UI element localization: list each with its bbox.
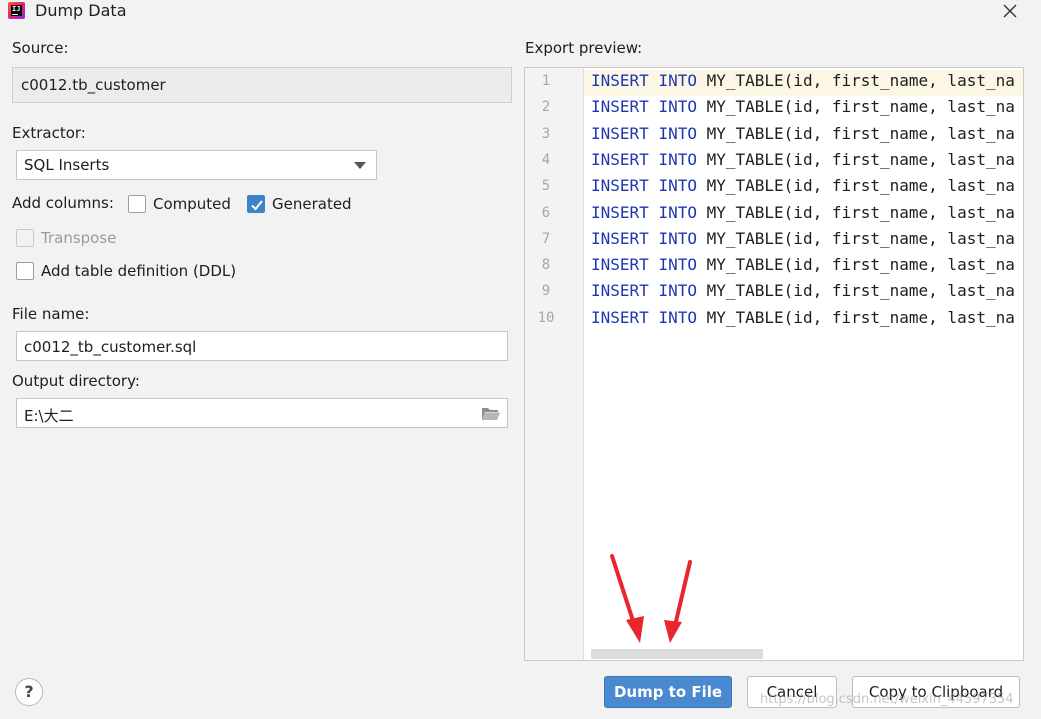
sql-text: MY_TABLE(id, first_name, last_na bbox=[706, 202, 1015, 222]
code-line: INSERT INTO MY_TABLE(id, first_name, las… bbox=[591, 281, 1015, 300]
sql-keyword: INTO bbox=[658, 71, 697, 90]
horizontal-scrollbar[interactable] bbox=[591, 649, 763, 659]
line-number: 7 bbox=[541, 230, 551, 247]
line-number: 2 bbox=[541, 99, 551, 116]
ddl-checkbox[interactable] bbox=[16, 262, 34, 280]
sql-text: MY_TABLE(id, first_name, last_na bbox=[706, 123, 1015, 143]
sql-keyword: INTO bbox=[658, 202, 697, 222]
sql-keyword: INSERT bbox=[591, 228, 649, 248]
window-title: Dump Data bbox=[35, 1, 127, 20]
sql-keyword: INTO bbox=[658, 228, 697, 248]
code-line: INSERT INTO MY_TABLE(id, first_name, las… bbox=[591, 71, 1015, 90]
line-number: 9 bbox=[541, 283, 551, 300]
sql-keyword: INSERT bbox=[591, 71, 649, 90]
sql-keyword: INTO bbox=[658, 281, 697, 301]
code-line: INSERT INTO MY_TABLE(id, first_name, las… bbox=[591, 255, 1015, 274]
code-line: INSERT INTO MY_TABLE(id, first_name, las… bbox=[591, 150, 1015, 169]
sql-text: MY_TABLE(id, first_name, last_na bbox=[706, 228, 1015, 248]
sql-keyword: INTO bbox=[658, 176, 697, 196]
extractor-label-text: Extractor: bbox=[12, 124, 86, 142]
sql-keyword: INTO bbox=[658, 123, 697, 143]
extractor-selected-value: SQL Inserts bbox=[24, 156, 110, 174]
computed-label[interactable]: Computed bbox=[153, 195, 231, 213]
title-bar: IJ Dump Data bbox=[0, 0, 1041, 24]
watermark: https://blog.csdn.net/weixin_44597354 bbox=[760, 692, 1014, 707]
generated-label[interactable]: Generated bbox=[272, 195, 352, 213]
file-name-input[interactable]: c0012_tb_customer.sql bbox=[16, 331, 508, 361]
sql-text: MY_TABLE(id, first_name, last_na bbox=[706, 97, 1015, 117]
sql-text: MY_TABLE(id, first_name, last_na bbox=[706, 307, 1015, 327]
sql-text: MY_TABLE(id, first_name, last_na bbox=[706, 176, 1015, 196]
output-directory-label: Output directory: bbox=[12, 372, 140, 390]
line-number: 5 bbox=[541, 178, 551, 195]
dump-to-file-button[interactable]: Dump to File bbox=[604, 676, 732, 708]
sql-keyword: INSERT bbox=[591, 307, 649, 327]
sql-keyword: INTO bbox=[658, 149, 697, 169]
sql-keyword: INSERT bbox=[591, 123, 649, 143]
output-directory-input[interactable]: E:\大二 bbox=[16, 398, 508, 428]
intellij-app-icon: IJ bbox=[8, 2, 25, 19]
sql-keyword: INTO bbox=[658, 307, 697, 327]
source-label: Source: bbox=[12, 39, 69, 57]
line-number: 3 bbox=[541, 125, 551, 142]
help-button[interactable]: ? bbox=[15, 678, 43, 706]
sql-text: MY_TABLE(id, first_name, last_na bbox=[706, 281, 1015, 301]
chevron-down-icon bbox=[354, 162, 366, 169]
sql-keyword: INSERT bbox=[591, 202, 649, 222]
extractor-label: Extractor: bbox=[12, 124, 86, 142]
sql-keyword: INSERT bbox=[591, 149, 649, 169]
code-line: INSERT INTO MY_TABLE(id, first_name, las… bbox=[591, 124, 1015, 143]
output-directory-value: E:\大二 bbox=[24, 407, 74, 425]
line-number: 10 bbox=[537, 309, 555, 326]
code-line: INSERT INTO MY_TABLE(id, first_name, las… bbox=[591, 176, 1015, 195]
line-number: 6 bbox=[541, 204, 551, 221]
code-line: INSERT INTO MY_TABLE(id, first_name, las… bbox=[591, 203, 1015, 222]
line-number: 8 bbox=[541, 257, 551, 274]
sql-keyword: INSERT bbox=[591, 255, 649, 275]
export-preview-label: Export preview: bbox=[525, 39, 643, 57]
export-preview-editor[interactable]: 1 INSERT INTO MY_TABLE(id, first_name, la… bbox=[524, 67, 1024, 661]
transpose-label: Transpose bbox=[41, 229, 117, 247]
transpose-checkbox bbox=[16, 229, 34, 247]
checkmark-icon bbox=[251, 200, 263, 211]
code-line: INSERT INTO MY_TABLE(id, first_name, las… bbox=[591, 308, 1015, 327]
code-line: INSERT INTO MY_TABLE(id, first_name, las… bbox=[591, 229, 1015, 248]
sql-text: MY_TABLE(id, first_name, last_na bbox=[706, 149, 1015, 169]
add-columns-label: Add columns: bbox=[12, 194, 114, 212]
sql-keyword: INSERT bbox=[591, 281, 649, 301]
sql-keyword: INTO bbox=[658, 255, 697, 275]
computed-checkbox[interactable] bbox=[128, 195, 146, 213]
line-number: 4 bbox=[541, 151, 551, 168]
file-name-label: File name: bbox=[12, 305, 90, 323]
close-icon[interactable] bbox=[1000, 1, 1020, 21]
extractor-select[interactable]: SQL Inserts bbox=[16, 150, 377, 180]
source-field: c0012.tb_customer bbox=[12, 67, 512, 103]
sql-keyword: INSERT bbox=[591, 176, 649, 196]
red-arrow-icon bbox=[610, 554, 692, 643]
help-icon: ? bbox=[24, 682, 34, 701]
sql-text: MY_TABLE(id, first_name, last_na bbox=[706, 71, 1015, 90]
folder-open-icon[interactable] bbox=[481, 406, 501, 425]
generated-checkbox[interactable] bbox=[247, 195, 265, 213]
ddl-label[interactable]: Add table definition (DDL) bbox=[41, 262, 236, 280]
sql-keyword: INTO bbox=[658, 97, 697, 117]
code-line: INSERT INTO MY_TABLE(id, first_name, las… bbox=[591, 97, 1015, 116]
line-number: 1 bbox=[541, 73, 551, 89]
sql-text: MY_TABLE(id, first_name, last_na bbox=[706, 255, 1015, 275]
sql-keyword: INSERT bbox=[591, 97, 649, 117]
